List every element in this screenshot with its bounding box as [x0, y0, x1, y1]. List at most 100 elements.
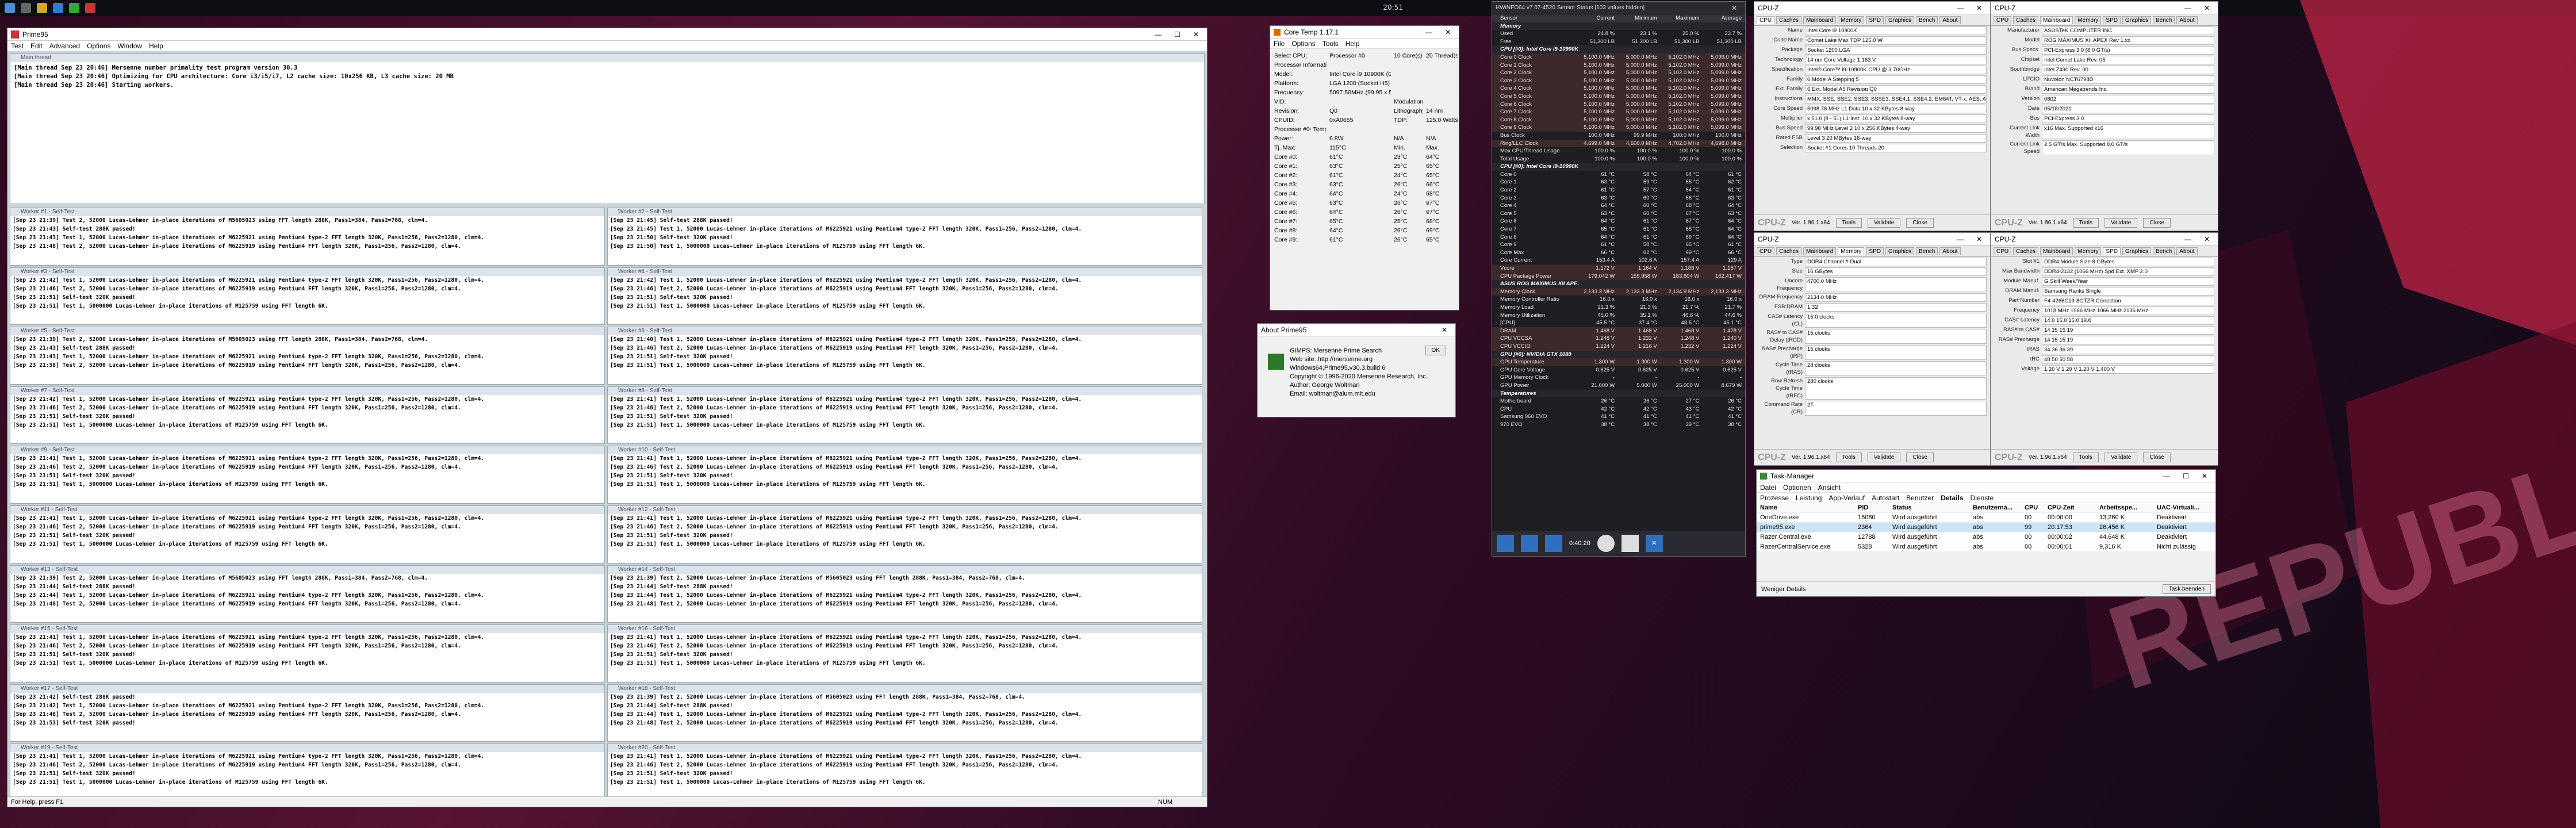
- hwinfo-sensor-row[interactable]: CPU Package Power 179.042 W 155.958 W 183.8…: [1492, 272, 1745, 281]
- worker-pane[interactable]: Worker #17 - Self-Test [Sep 23 21:42] Sel…: [10, 684, 605, 742]
- hwinfo-sensor-row[interactable]: Core 5 63 °C 60 °C 67 °C 63 °C: [1492, 210, 1745, 218]
- hwinfo-sensor-row[interactable]: CPU [#0]: Intel Core i9-10900K: [1492, 45, 1745, 53]
- hwinfo-sensor-row[interactable]: Total Usage 100.0 % 100.0 % 100.0 % 100.0 %: [1492, 155, 1745, 163]
- menu-item-tools[interactable]: Tools: [1322, 40, 1339, 48]
- menu-item-datei[interactable]: Datei: [1760, 484, 1776, 492]
- menu-item-optionen[interactable]: Optionen: [1783, 484, 1811, 492]
- hwinfo-sensor-row[interactable]: Core 3 Clock 5,100.0 MHz 5,000.0 MHz 5,102.…: [1492, 76, 1745, 85]
- hwinfo-column-header[interactable]: Maximum: [1661, 14, 1703, 22]
- close-icon[interactable]: ✕: [1645, 535, 1663, 552]
- menu-item-options[interactable]: Options: [87, 42, 110, 50]
- settings-icon[interactable]: [1621, 535, 1639, 552]
- hwinfo-column-header[interactable]: Average: [1703, 14, 1745, 22]
- hwinfo-sensor-row[interactable]: Memory Load 21.3 % 21.3 % 21.7 % 21.7 %: [1492, 304, 1745, 312]
- taskmgr-column-header[interactable]: Benutzerna...: [1969, 503, 2021, 512]
- tab-mainboard[interactable]: Mainboard: [2040, 16, 2073, 24]
- hwinfo-sensor-row[interactable]: Ring/LLC Clock 4,699.0 MHz 4,600.0 MHz 4,70…: [1492, 139, 1745, 148]
- hwinfo-sensor-row[interactable]: CPU 42 °C 42 °C 43 °C 42 °C: [1492, 405, 1745, 413]
- tab-autostart[interactable]: Autostart: [1872, 494, 1899, 502]
- tab-caches[interactable]: Caches: [1776, 247, 1802, 255]
- close-icon[interactable]: ✕: [1976, 235, 1982, 243]
- cpuz-validate-button[interactable]: Validate: [2104, 453, 2138, 462]
- tab-bench[interactable]: Bench: [2153, 247, 2175, 255]
- worker-pane[interactable]: Worker #3 - Self-Test [Sep 23 21:42] Test…: [10, 267, 605, 325]
- hwinfo-sensor-row[interactable]: Core Current 153.4 A 102.6 A 157.4 A 129 A: [1492, 256, 1745, 264]
- about-title-bar[interactable]: About Prime95 ✕: [1258, 324, 1455, 336]
- tab-leistung[interactable]: Leistung: [1796, 494, 1822, 502]
- hwinfo-sensor-row[interactable]: Core 1 Clock 5,100.0 MHz 5,000.0 MHz 5,102.…: [1492, 61, 1745, 70]
- worker-pane[interactable]: Worker #19 - Self-Test [Sep 23 21:41] Tes…: [10, 743, 605, 802]
- tab-memory[interactable]: Memory: [2075, 16, 2102, 24]
- taskmgr-process-row[interactable]: RazerCentralService.exe 5328 Wird ausgefüh…: [1757, 542, 2215, 552]
- tab-cpu[interactable]: CPU: [1757, 16, 1775, 24]
- worker-pane[interactable]: Worker #12 - Self-Test [Sep 23 21:41] Tes…: [607, 505, 1202, 564]
- hwinfo-sensor-row[interactable]: Used 24.8 % 23.1 % 25.0 % 23.7 %: [1492, 30, 1745, 38]
- cpuz-close-button[interactable]: Close: [2143, 218, 2171, 228]
- maximize-icon[interactable]: ☐: [2183, 472, 2189, 480]
- hwinfo-sensor-row[interactable]: Core 6 64 °C 61 °C 67 °C 64 °C: [1492, 217, 1745, 225]
- tab-prozesse[interactable]: Prozesse: [1760, 494, 1789, 502]
- cpuz-title-bar[interactable]: CPU-Z — ✕: [1754, 2, 1990, 14]
- hwinfo-sensor-row[interactable]: DRAM 1.468 V 1.468 V 1.468 V 1.478 V: [1492, 327, 1745, 335]
- taskmgr-column-header[interactable]: CPU-Zeit: [2044, 503, 2096, 512]
- tab-graphics[interactable]: Graphics: [1885, 16, 1914, 24]
- worker-pane[interactable]: Worker #7 - Self-Test [Sep 23 21:42] Test…: [10, 386, 605, 444]
- close-icon[interactable]: ✕: [1442, 326, 1447, 334]
- browser-icon[interactable]: [53, 3, 63, 13]
- close-icon[interactable]: ✕: [1445, 28, 1451, 36]
- menu-item-options[interactable]: Options: [1291, 40, 1315, 48]
- fewer-details-link[interactable]: Weniger Details: [1761, 586, 1805, 593]
- hwinfo-sensor-row[interactable]: Core Max 66 °C 62 °C 69 °C 66 °C: [1492, 249, 1745, 257]
- hwinfo-sensor-row[interactable]: CPU [#0]: Intel Core i9-10900K: DTS: [1492, 163, 1745, 171]
- tab-bench[interactable]: Bench: [1916, 247, 1938, 255]
- menu-item-help[interactable]: Help: [149, 42, 163, 50]
- tab-caches[interactable]: Caches: [2013, 16, 2039, 24]
- menu-item-file[interactable]: File: [1274, 40, 1285, 48]
- tab-bench[interactable]: Bench: [2153, 16, 2175, 24]
- tab-about[interactable]: About: [1939, 16, 1961, 24]
- hwinfo-sensor-row[interactable]: Core 9 Clock 5,100.0 MHz 5,000.0 MHz 5,102.…: [1492, 124, 1745, 132]
- hwinfo-sensor-row[interactable]: Vcore 1.172 V 1.164 V 1.188 V 1.167 V: [1492, 264, 1745, 273]
- tab-graphics[interactable]: Graphics: [2122, 247, 2151, 255]
- worker-pane[interactable]: Worker #9 - Self-Test [Sep 23 21:41] Test…: [10, 446, 605, 504]
- close-icon[interactable]: ✕: [1193, 30, 1199, 39]
- worker-pane[interactable]: Worker #15 - Self-Test [Sep 23 21:41] Tes…: [10, 624, 605, 683]
- cpuz-validate-button[interactable]: Validate: [1867, 453, 1901, 462]
- tab-caches[interactable]: Caches: [2013, 247, 2039, 255]
- tab-cpu[interactable]: CPU: [1994, 247, 2012, 255]
- minimize-icon[interactable]: —: [1957, 4, 1964, 12]
- search-icon[interactable]: [21, 3, 31, 13]
- tab-mainboard[interactable]: Mainboard: [1803, 247, 1837, 255]
- tab-about[interactable]: About: [2176, 247, 2198, 255]
- tab-cpu[interactable]: CPU: [1757, 247, 1775, 255]
- arrows-icon[interactable]: [1497, 535, 1514, 552]
- hwinfo-sensor-row[interactable]: 970 EVO 38 °C 38 °C 39 °C 38 °C: [1492, 421, 1745, 429]
- folder-icon[interactable]: [37, 3, 47, 13]
- hwinfo-sensor-row[interactable]: Motherboard 26 °C 26 °C 27 °C 26 °C: [1492, 397, 1745, 405]
- taskmgr-process-row[interactable]: Razer Central.exe 12788 Wird ausgeführt abs…: [1757, 532, 2215, 542]
- tab-caches[interactable]: Caches: [1776, 16, 1802, 24]
- tab-benutzer[interactable]: Benutzer: [1906, 494, 1934, 502]
- minimize-icon[interactable]: —: [2184, 4, 2191, 12]
- cpuz-tools-button[interactable]: Tools: [2072, 218, 2099, 228]
- cpuz-close-button[interactable]: Close: [1906, 218, 1934, 228]
- tab-spd[interactable]: SPD: [1866, 16, 1884, 24]
- network-icon[interactable]: [1521, 535, 1538, 552]
- hwinfo-sensor-row[interactable]: [CPU] 45.5 °C 37.4 °C 48.5 °C 45.1 °C: [1492, 319, 1745, 327]
- hwinfo-sensor-row[interactable]: CPU VCCIO 1.224 V 1.216 V 1.232 V 1.224 V: [1492, 342, 1745, 351]
- hwinfo-sensor-row[interactable]: Core 9 61 °C 58 °C 65 °C 61 °C: [1492, 241, 1745, 249]
- cpuz-tools-button[interactable]: Tools: [2072, 453, 2099, 462]
- minimize-icon[interactable]: —: [2163, 472, 2170, 480]
- close-icon[interactable]: ✕: [2204, 235, 2210, 243]
- coretemp-title-bar[interactable]: Core Temp 1.17.1 — ✕: [1270, 26, 1459, 39]
- minimize-icon[interactable]: —: [2184, 235, 2191, 243]
- clock-icon[interactable]: [1597, 535, 1615, 552]
- hwinfo-sensor-row[interactable]: Bus Clock 100.0 MHz 99.9 MHz 100.0 MHz 100.0…: [1492, 132, 1745, 140]
- hwinfo-sensor-row[interactable]: GPU Temperature 1.300 W 1.300 W 1.300 W 1.30…: [1492, 358, 1745, 366]
- tab-about[interactable]: About: [2176, 16, 2198, 24]
- hwinfo-sensor-row[interactable]: CPU VCCSA 1.248 V 1.232 V 1.248 V 1.240 V: [1492, 335, 1745, 343]
- worker-pane[interactable]: Worker #16 - Self-Test [Sep 23 21:41] Tes…: [607, 624, 1202, 683]
- hwinfo-column-header[interactable]: Sensor: [1492, 14, 1575, 22]
- worker-pane[interactable]: Worker #6 - Self-Test [Sep 23 21:40] Test…: [607, 327, 1202, 385]
- hwinfo-sensor-row[interactable]: Memory Clock 2,133.3 MHz 2,133.3 MHz 2,134.…: [1492, 288, 1745, 296]
